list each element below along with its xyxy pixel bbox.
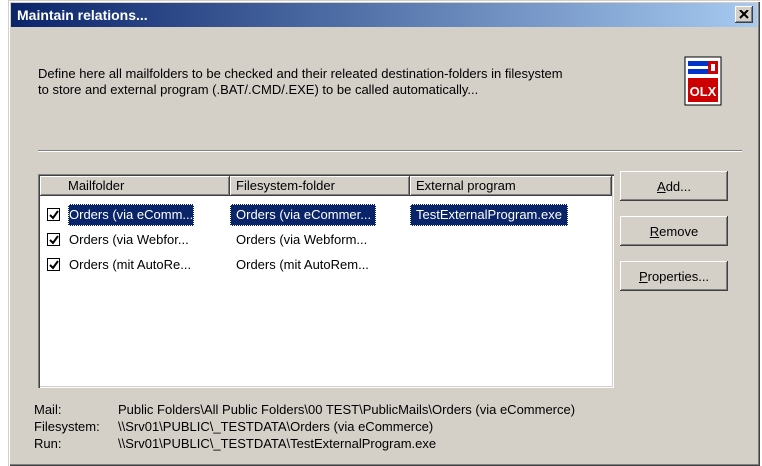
maintain-relations-dialog: Maintain relations... Define here all ma… bbox=[8, 0, 760, 466]
title-bar: Maintain relations... bbox=[11, 3, 757, 27]
list-row[interactable]: Orders (via eComm... Orders (via eCommer… bbox=[40, 204, 612, 226]
row-mailfolder: Orders (via Webfor... bbox=[69, 232, 189, 247]
close-icon bbox=[739, 10, 749, 19]
row-external-program: TestExternalProgram.exe bbox=[410, 204, 568, 226]
separator bbox=[38, 150, 742, 152]
row-filesystem-folder: Orders (via Webform... bbox=[236, 232, 368, 247]
row-checkbox[interactable] bbox=[47, 233, 60, 246]
row-filesystem-folder: Orders (via eCommer... bbox=[230, 204, 377, 226]
close-button[interactable] bbox=[735, 6, 753, 23]
row-checkbox[interactable] bbox=[47, 258, 60, 271]
description-text: Define here all mailfolders to be checke… bbox=[38, 66, 563, 97]
row-mailfolder: Orders (via eComm... bbox=[68, 204, 195, 226]
list-row[interactable]: Orders (via Webfor... Orders (via Webfor… bbox=[40, 229, 612, 251]
row-filesystem-folder: Orders (mit AutoRem... bbox=[236, 257, 369, 272]
properties-button[interactable]: Properties... bbox=[620, 261, 728, 291]
check-icon bbox=[49, 210, 59, 220]
check-icon bbox=[49, 235, 59, 245]
check-icon bbox=[49, 260, 59, 270]
list-row[interactable]: Orders (mit AutoRe... Orders (mit AutoRe… bbox=[40, 254, 612, 276]
relations-list[interactable]: Mailfolder Filesystem-folder External pr… bbox=[38, 174, 614, 388]
olx-logo-text: OLX bbox=[690, 84, 717, 99]
column-header-external-program[interactable]: External program bbox=[410, 176, 612, 196]
row-checkbox[interactable] bbox=[47, 208, 60, 221]
olx-logo: OLX bbox=[684, 56, 722, 106]
column-header-mailfolder[interactable]: Mailfolder bbox=[40, 176, 230, 196]
row-mailfolder: Orders (mit AutoRe... bbox=[69, 257, 192, 272]
remove-button[interactable]: Remove bbox=[620, 216, 728, 246]
add-button[interactable]: Add... bbox=[620, 171, 728, 201]
column-header-filesystem-folder[interactable]: Filesystem-folder bbox=[230, 176, 410, 196]
window-title: Maintain relations... bbox=[17, 7, 148, 23]
